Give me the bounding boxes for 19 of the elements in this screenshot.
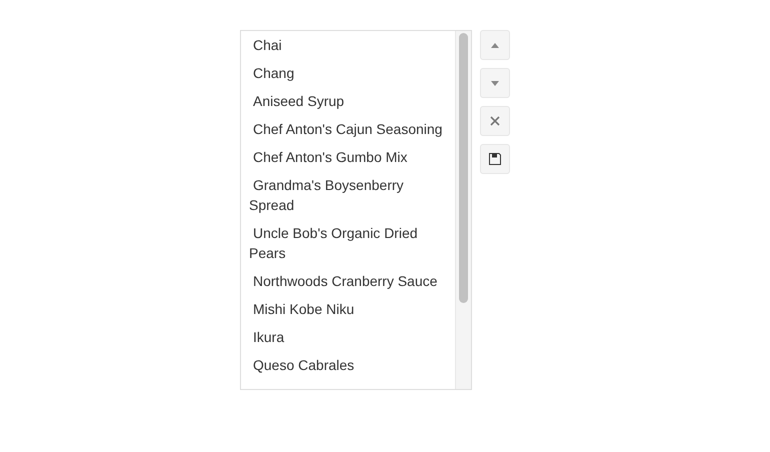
list-item[interactable]: Mishi Kobe Niku — [241, 295, 455, 323]
list-item[interactable]: Chai — [241, 31, 455, 59]
move-down-button[interactable] — [480, 68, 510, 98]
list-item[interactable]: Grandma's Boysenberry Spread — [241, 171, 455, 219]
list-item[interactable]: Aniseed Syrup — [241, 87, 455, 115]
list-item[interactable]: Chang — [241, 59, 455, 87]
close-icon — [490, 116, 500, 126]
list-item[interactable]: Queso Cabrales — [241, 351, 455, 379]
list-item[interactable]: Ikura — [241, 323, 455, 351]
list-item[interactable]: Chef Anton's Gumbo Mix — [241, 143, 455, 171]
remove-button[interactable] — [480, 106, 510, 136]
move-up-button[interactable] — [480, 30, 510, 60]
list-item[interactable]: Uncle Bob's Organic Dried Pears — [241, 219, 455, 267]
save-button[interactable] — [480, 144, 510, 174]
list-item[interactable]: Northwoods Cranberry Sauce — [241, 267, 455, 295]
list-item[interactable]: Chef Anton's Cajun Seasoning — [241, 115, 455, 143]
triangle-down-icon — [491, 80, 499, 86]
scrollbar[interactable] — [455, 31, 471, 389]
triangle-up-icon — [491, 42, 499, 48]
